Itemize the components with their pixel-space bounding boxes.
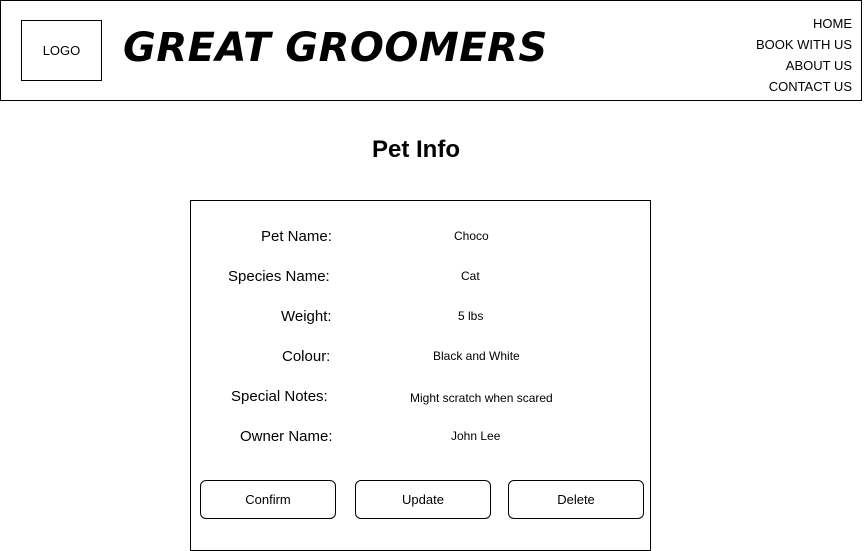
nav-book-with-us[interactable]: BOOK WITH US xyxy=(756,34,852,55)
owner-name-value: John Lee xyxy=(451,429,501,443)
logo-text: LOGO xyxy=(42,43,81,58)
colour-label: Colour: xyxy=(282,348,331,365)
site-header: LOGO GREAT GROOMERS HOME BOOK WITH US AB… xyxy=(0,0,862,101)
delete-button[interactable]: Delete xyxy=(508,480,644,519)
species-name-value: Cat xyxy=(461,269,480,283)
owner-name-label: Owner Name: xyxy=(240,428,333,445)
weight-value: 5 lbs xyxy=(458,309,484,323)
page-title: Pet Info xyxy=(372,136,460,163)
pet-name-value: Choco xyxy=(454,229,489,243)
logo[interactable]: LOGO xyxy=(21,20,102,81)
update-button[interactable]: Update xyxy=(355,480,491,519)
main-nav: HOME BOOK WITH US ABOUT US CONTACT US xyxy=(756,13,852,97)
pet-name-label: Pet Name: xyxy=(261,228,332,245)
colour-value: Black and White xyxy=(433,349,520,363)
brand-title: GREAT GROOMERS xyxy=(123,25,548,71)
species-name-label: Species Name: xyxy=(228,268,330,285)
weight-label: Weight: xyxy=(281,308,332,325)
nav-home[interactable]: HOME xyxy=(756,13,852,34)
pet-info-card: Pet Name: Choco Species Name: Cat Weight… xyxy=(190,200,651,551)
special-notes-label: Special Notes: xyxy=(231,388,328,405)
nav-contact-us[interactable]: CONTACT US xyxy=(756,76,852,97)
nav-about-us[interactable]: ABOUT US xyxy=(756,55,852,76)
special-notes-value: Might scratch when scared xyxy=(410,391,553,405)
confirm-button[interactable]: Confirm xyxy=(200,480,336,519)
